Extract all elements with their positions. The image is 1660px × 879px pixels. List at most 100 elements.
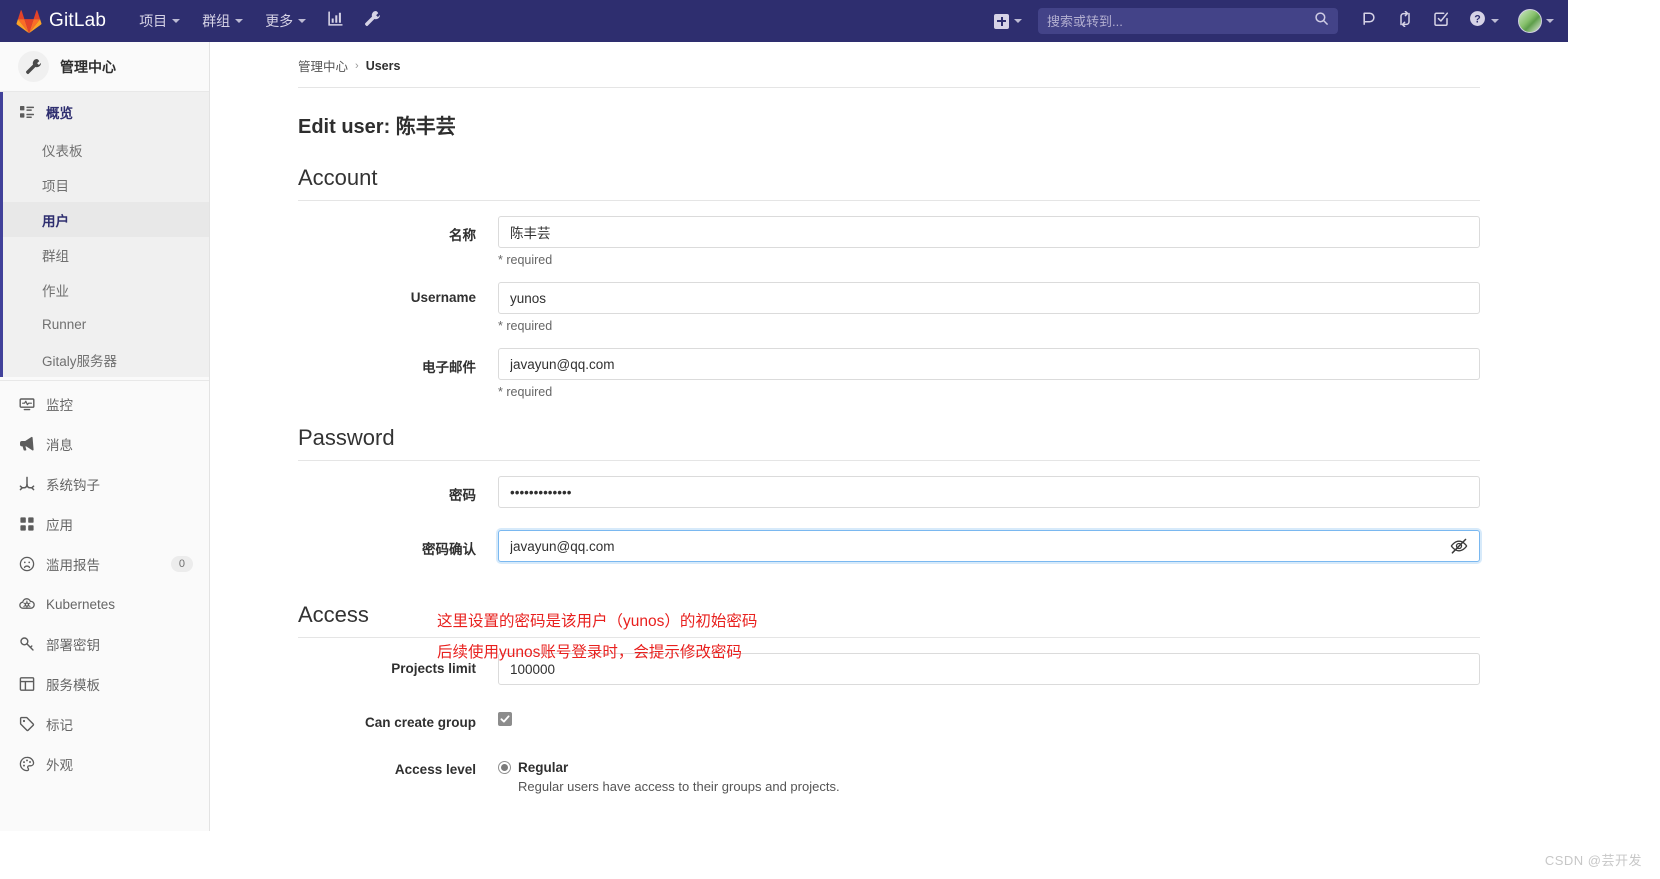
sidebar-item-runner-label: Runner — [42, 317, 87, 332]
access-level-regular-label: Regular — [518, 760, 569, 775]
sidebar-item-projects[interactable]: 项目 — [0, 167, 209, 202]
monitor-icon — [18, 396, 35, 413]
access-level-label: Access level — [394, 762, 476, 777]
username-input[interactable] — [498, 282, 1480, 314]
email-field-control: * required — [498, 348, 1480, 399]
sidebar-item-applications[interactable]: 应用 — [0, 504, 209, 544]
sidebar-item-monitoring-label: 监控 — [46, 398, 73, 413]
sidebar-item-messages[interactable]: 消息 — [0, 424, 209, 464]
chevron-down-icon — [298, 19, 307, 23]
sidebar-item-gitaly-servers-label: Gitaly服务器 — [42, 353, 118, 369]
overview-icon — [18, 104, 35, 121]
todos-icon — [1433, 11, 1449, 32]
gitlab-brand-link[interactable]: GitLab — [16, 9, 106, 34]
sidebar-item-appearance[interactable]: 外观 — [0, 744, 209, 784]
sidebar-item-service-templates[interactable]: 服务模板 — [0, 664, 209, 704]
gitlab-logo-icon — [16, 9, 42, 34]
password-confirmation-control — [498, 530, 1480, 562]
projects-limit-input[interactable] — [498, 653, 1480, 685]
nav-more[interactable]: 更多 — [254, 0, 317, 42]
sidebar-item-users[interactable]: 用户 — [0, 202, 209, 237]
avatar — [1518, 9, 1542, 33]
template-icon — [18, 676, 35, 693]
name-field-label: 名称 — [449, 228, 476, 243]
nav-groups-label: 群组 — [202, 13, 231, 29]
eye-slash-icon[interactable] — [1448, 535, 1470, 557]
chevron-down-icon — [1546, 19, 1554, 23]
breadcrumb-admin-area[interactable]: 管理中心 — [298, 56, 348, 75]
access-level-regular-option[interactable]: Regular — [498, 754, 1480, 775]
sidebar-item-monitoring[interactable]: 监控 — [0, 384, 209, 424]
sidebar-item-kubernetes[interactable]: Kubernetes — [0, 584, 209, 624]
email-field-label: 电子邮件 — [422, 360, 476, 375]
username-field-control: * required — [498, 282, 1480, 333]
sidebar-item-gitaly-servers[interactable]: Gitaly服务器 — [0, 342, 209, 377]
sidebar-item-appearance-label: 外观 — [46, 758, 73, 773]
create-new-button[interactable] — [986, 13, 1030, 29]
field-row-can-create-group: Can create group — [210, 707, 1568, 730]
sidebar-item-overview[interactable]: 概览 — [0, 92, 209, 132]
user-menu-button[interactable] — [1510, 9, 1554, 33]
section-rule-access — [298, 637, 1480, 638]
sidebar-item-groups-label: 群组 — [42, 248, 69, 264]
page-title: Edit user: 陈丰芸 — [298, 116, 456, 138]
chart-bar-icon — [327, 10, 344, 32]
password-input[interactable] — [498, 476, 1480, 508]
sidebar-item-runner[interactable]: Runner — [0, 307, 209, 342]
section-rule-account — [298, 200, 1480, 201]
merge-requests-button[interactable] — [1388, 0, 1422, 42]
key-icon — [18, 636, 35, 653]
chevron-down-icon — [172, 19, 181, 23]
breadcrumb-divider — [298, 87, 1480, 88]
label-icon — [18, 716, 35, 733]
megaphone-icon — [18, 436, 35, 453]
sidebar-item-jobs-label: 作业 — [42, 283, 69, 299]
search-icon — [1314, 11, 1329, 31]
nav-groups[interactable]: 群组 — [191, 0, 254, 42]
section-title-access: Access — [298, 602, 369, 627]
top-navigation-bar: GitLab 项目 群组 更多 搜索或转到... ? — [0, 0, 1568, 42]
name-input[interactable] — [498, 216, 1480, 248]
can-create-group-control — [498, 707, 1480, 726]
username-field-label: Username — [410, 290, 476, 305]
sidebar-item-jobs[interactable]: 作业 — [0, 272, 209, 307]
field-row-name: 名称 * required — [210, 216, 1568, 267]
kubernetes-icon — [18, 596, 35, 613]
screenshot-root: GitLab 项目 群组 更多 搜索或转到... ? 管理中心 概览 仪表板 项… — [0, 0, 1660, 879]
sidebar-item-system-hooks-label: 系统钩子 — [46, 478, 100, 493]
sidebar-item-dashboard[interactable]: 仪表板 — [0, 132, 209, 167]
nav-more-label: 更多 — [265, 13, 294, 29]
sidebar-item-overview-label: 概览 — [46, 106, 73, 121]
main-content: 管理中心 › Users Edit user: 陈丰芸 Account 名称 *… — [210, 42, 1568, 831]
nav-projects[interactable]: 项目 — [128, 0, 191, 42]
issues-button[interactable] — [1352, 0, 1386, 42]
sidebar-header-admin-area[interactable]: 管理中心 — [0, 42, 209, 92]
gitlab-brand-label: GitLab — [49, 10, 107, 31]
nav-analytics-button[interactable] — [317, 0, 354, 42]
global-search-box[interactable] — [1038, 8, 1338, 34]
field-row-username: Username * required — [210, 282, 1568, 333]
issues-icon — [1361, 11, 1377, 32]
todos-button[interactable] — [1424, 0, 1458, 42]
sidebar-item-users-label: 用户 — [42, 213, 69, 229]
email-input[interactable] — [498, 348, 1480, 380]
sidebar-item-deploy-keys[interactable]: 部署密钥 — [0, 624, 209, 664]
sidebar-item-messages-label: 消息 — [46, 438, 73, 453]
watermark: CSDN @芸开发 — [1544, 853, 1642, 868]
nav-admin-area-button[interactable] — [354, 0, 391, 42]
password-confirmation-input[interactable] — [498, 530, 1480, 562]
plus-square-icon — [994, 13, 1009, 29]
access-level-control: Regular Regular users have access to the… — [498, 754, 1480, 794]
help-button[interactable]: ? — [1460, 0, 1508, 42]
sidebar-item-groups[interactable]: 群组 — [0, 237, 209, 272]
wrench-icon — [364, 10, 381, 32]
field-row-password: 密码 — [210, 476, 1568, 508]
sidebar-item-abuse-reports[interactable]: 滥用报告 0 — [0, 544, 209, 584]
can-create-group-checkbox[interactable] — [498, 712, 512, 726]
sidebar-item-system-hooks[interactable]: 系统钩子 — [0, 464, 209, 504]
breadcrumb-users[interactable]: Users — [366, 59, 401, 73]
search-input[interactable] — [1047, 13, 1314, 29]
hook-icon — [18, 476, 35, 493]
sidebar-item-labels[interactable]: 标记 — [0, 704, 209, 744]
radio-regular[interactable] — [498, 761, 511, 774]
